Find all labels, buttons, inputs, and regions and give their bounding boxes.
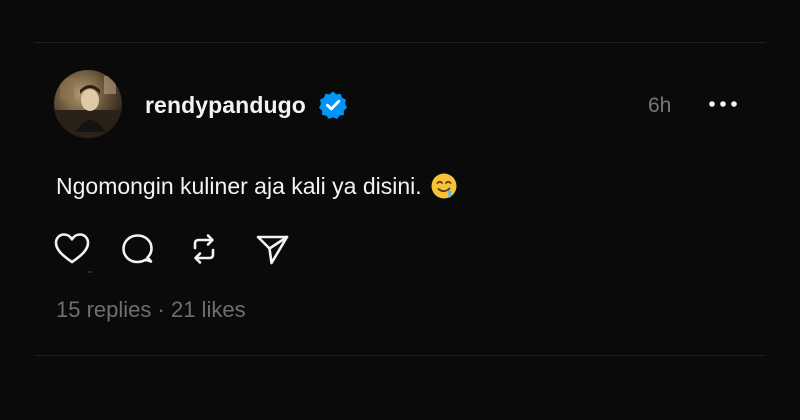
avatar-photo-icon xyxy=(54,70,122,138)
bottom-divider xyxy=(34,355,766,356)
share-button[interactable] xyxy=(252,229,292,269)
comment-icon xyxy=(122,234,153,264)
avatar[interactable] xyxy=(54,70,122,138)
replies-count-link[interactable]: 15 replies xyxy=(56,297,151,322)
thread-post: rendypandugo 6h Ngomongin kuliner aja ka… xyxy=(0,0,800,420)
reply-button[interactable] xyxy=(117,229,157,269)
likes-count-link[interactable]: 21 likes xyxy=(171,297,246,322)
heart-icon xyxy=(54,233,90,264)
decorative-dot xyxy=(88,271,92,273)
post-timestamp: 6h xyxy=(648,94,672,117)
like-button[interactable] xyxy=(52,229,92,269)
more-options-button[interactable] xyxy=(706,94,740,114)
repost-button[interactable] xyxy=(184,229,224,269)
top-divider xyxy=(34,42,766,43)
verified-badge-icon xyxy=(318,90,348,120)
author-username[interactable]: rendypandugo xyxy=(145,92,306,119)
repost-icon xyxy=(193,234,215,264)
more-horizontal-icon xyxy=(709,101,737,107)
send-icon xyxy=(256,235,289,265)
post-text: Ngomongin kuliner aja kali ya disini. xyxy=(56,172,458,200)
stats-separator: · xyxy=(157,297,165,322)
post-stats: 15 replies · 21 likes xyxy=(56,297,246,323)
post-body: Ngomongin kuliner aja kali ya disini. xyxy=(56,173,422,199)
drooling-face-emoji-icon xyxy=(430,172,458,200)
